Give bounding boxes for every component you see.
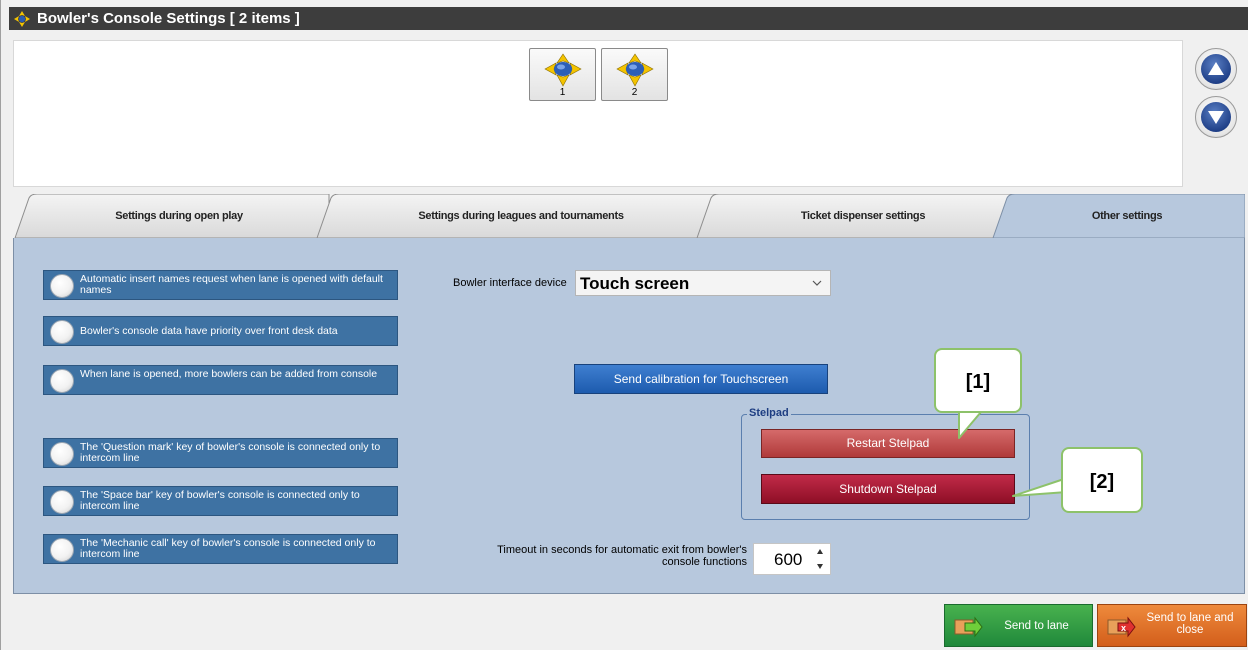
arrow-up-icon: [1208, 62, 1224, 75]
tab-bar: Settings during open play Settings durin…: [13, 194, 1245, 238]
send-icon: [954, 616, 983, 638]
send-to-lane-button[interactable]: Send to lane: [944, 604, 1093, 647]
console-picker: 1 2: [13, 40, 1183, 187]
title-bar: Bowler's Console Settings [ 2 items ]: [9, 7, 1248, 30]
toggle-knob: [50, 320, 74, 344]
callout-2: [2]: [1061, 447, 1143, 513]
callout-1: [1]: [934, 348, 1022, 413]
console-button-2[interactable]: 2: [601, 48, 668, 101]
settings-window: Bowler's Console Settings [ 2 items ] 1: [0, 0, 1248, 650]
toggle-knob: [50, 369, 74, 393]
shutdown-stelpad-button[interactable]: Shutdown Stelpad: [761, 474, 1015, 504]
option-add-bowlers-from-console[interactable]: When lane is opened, more bowlers can be…: [43, 365, 398, 395]
tab-other-settings[interactable]: Other settings: [1009, 194, 1245, 238]
chevron-down-icon: [812, 280, 822, 286]
tab-ticket-dispenser[interactable]: Ticket dispenser settings: [713, 194, 1013, 238]
toggle-knob: [50, 442, 74, 466]
option-auto-insert-names[interactable]: Automatic insert names request when lane…: [43, 270, 398, 300]
stepper-up-icon[interactable]: [816, 548, 824, 556]
console-icon: [616, 53, 654, 87]
timeout-stepper[interactable]: 600: [753, 543, 831, 575]
device-select-value: Touch screen: [580, 274, 690, 293]
console-number: 1: [559, 87, 566, 98]
toggle-knob: [50, 538, 74, 562]
stepper-down-icon[interactable]: [816, 562, 824, 570]
console-number: 2: [631, 87, 638, 98]
scroll-down-button[interactable]: [1195, 96, 1237, 138]
send-calibration-button[interactable]: Send calibration for Touchscreen: [574, 364, 828, 394]
restart-stelpad-button[interactable]: Restart Stelpad: [761, 429, 1015, 458]
window-title: Bowler's Console Settings [ 2 items ]: [37, 10, 300, 27]
option-console-data-priority[interactable]: Bowler's console data have priority over…: [43, 316, 398, 346]
svg-text:x: x: [1121, 623, 1126, 633]
tab-leagues-tournaments[interactable]: Settings during leagues and tournaments: [331, 194, 711, 238]
scroll-up-button[interactable]: [1195, 48, 1237, 90]
timeout-value: 600: [774, 550, 803, 569]
arrow-down-icon: [1208, 111, 1224, 124]
console-icon: [14, 11, 30, 27]
send-close-icon: x: [1107, 616, 1136, 638]
toggle-knob: [50, 274, 74, 298]
console-icon: [544, 53, 582, 87]
option-mechanic-call-key[interactable]: The 'Mechanic call' key of bowler's cons…: [43, 534, 398, 564]
console-button-1[interactable]: 1: [529, 48, 596, 101]
send-to-lane-and-close-button[interactable]: x Send to lane and close: [1097, 604, 1247, 647]
stelpad-group-title: Stelpad: [747, 407, 791, 419]
toggle-knob: [50, 490, 74, 514]
option-space-bar-key[interactable]: The 'Space bar' key of bowler's console …: [43, 486, 398, 516]
device-select[interactable]: Touch screen: [575, 270, 831, 296]
option-question-mark-key[interactable]: The 'Question mark' key of bowler's cons…: [43, 438, 398, 468]
device-label: Bowler interface device: [453, 277, 567, 289]
tab-open-play[interactable]: Settings during open play: [29, 194, 329, 238]
timeout-label: Timeout in seconds for automatic exit fr…: [497, 544, 747, 568]
